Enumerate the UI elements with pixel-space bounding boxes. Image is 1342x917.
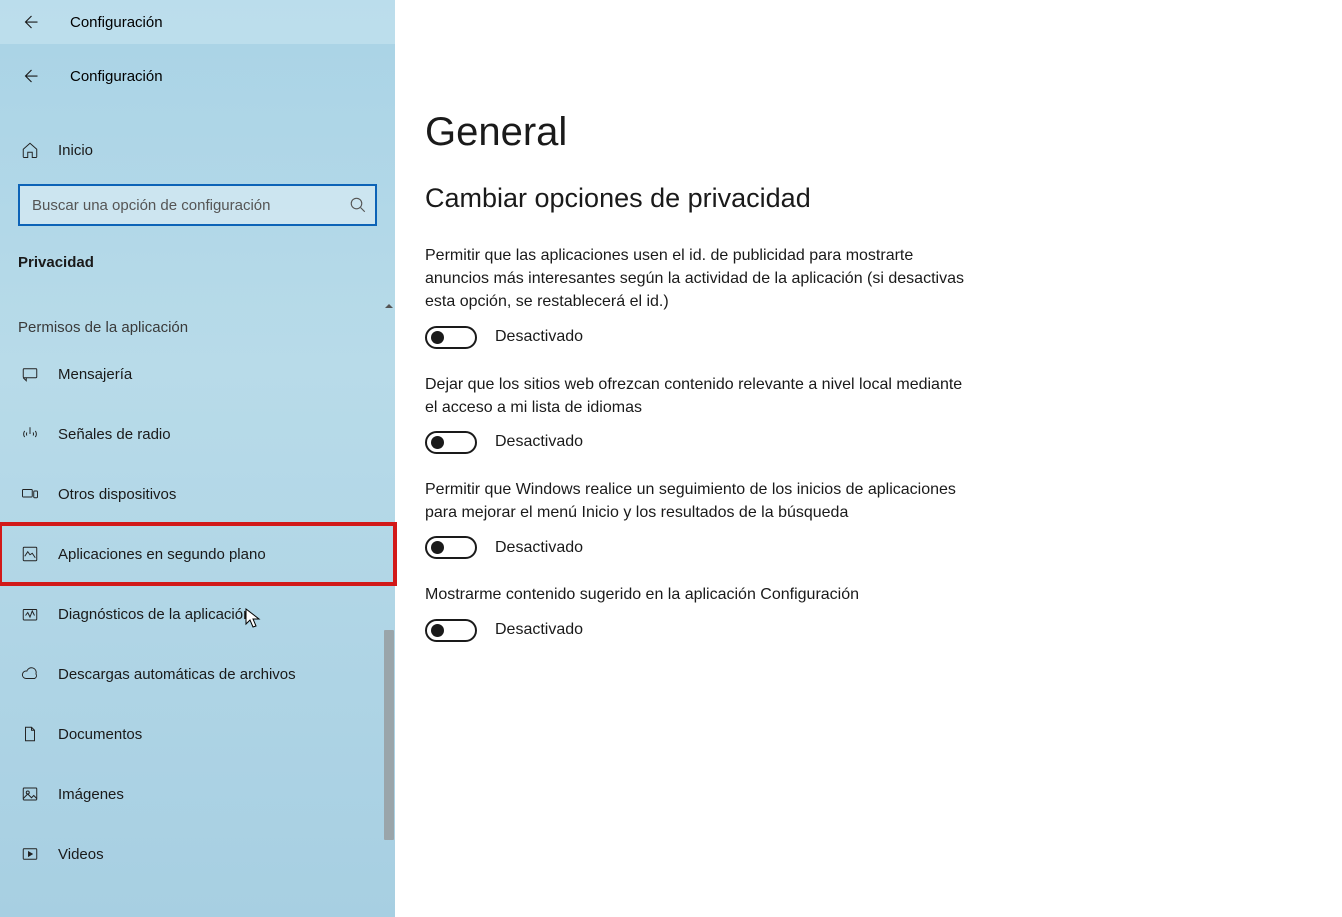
messaging-icon — [20, 364, 40, 384]
privacy-option: Mostrarme contenido sugerido en la aplic… — [425, 583, 965, 641]
toggle-advertising-id[interactable] — [425, 326, 477, 349]
option-desc: Mostrarme contenido sugerido en la aplic… — [425, 583, 965, 606]
sidebar-item-background-apps[interactable]: Aplicaciones en segundo plano — [0, 524, 395, 584]
radio-icon — [20, 424, 40, 444]
main-content: General Cambiar opciones de privacidad P… — [395, 0, 1342, 917]
window-title-second: Configuración — [70, 68, 163, 85]
nav-home[interactable]: Inicio — [0, 126, 395, 174]
privacy-option: Permitir que las aplicaciones usen el id… — [425, 244, 965, 349]
option-desc: Permitir que las aplicaciones usen el id… — [425, 244, 965, 314]
option-desc: Dejar que los sitios web ofrezcan conten… — [425, 373, 965, 419]
search-icon — [349, 196, 367, 214]
sidebar: Configuración Configuración Inicio Priva… — [0, 0, 395, 917]
page-title: General — [425, 110, 1262, 155]
diagnostics-icon — [20, 604, 40, 624]
page-subtitle: Cambiar opciones de privacidad — [425, 183, 1262, 214]
sidebar-item-label: Mensajería — [58, 366, 132, 383]
window-title-top: Configuración — [70, 14, 163, 31]
back-button-second[interactable] — [20, 66, 40, 86]
scroll-thumb[interactable] — [384, 630, 394, 840]
arrow-left-icon — [21, 67, 39, 85]
sidebar-items: Mensajería Señales de radio Otros dispos… — [0, 344, 395, 884]
toggle-state-label: Desactivado — [495, 539, 583, 557]
toggle-app-launch-tracking[interactable] — [425, 536, 477, 559]
sidebar-item-auto-downloads[interactable]: Descargas automáticas de archivos — [0, 644, 395, 704]
window-header-second: Configuración — [0, 54, 395, 98]
sidebar-item-label: Descargas automáticas de archivos — [58, 666, 296, 683]
toggle-state-label: Desactivado — [495, 328, 583, 346]
sidebar-item-label: Aplicaciones en segundo plano — [58, 546, 266, 563]
nav-home-label: Inicio — [58, 142, 93, 159]
section-privacy: Privacidad — [0, 226, 395, 279]
arrow-left-icon — [21, 13, 39, 31]
sidebar-item-label: Imágenes — [58, 786, 124, 803]
toggle-state-label: Desactivado — [495, 621, 583, 639]
sidebar-scrollbar[interactable] — [383, 300, 395, 900]
back-button-top[interactable] — [20, 12, 40, 32]
devices-icon — [20, 484, 40, 504]
sidebar-item-label: Otros dispositivos — [58, 486, 176, 503]
privacy-option: Dejar que los sitios web ofrezcan conten… — [425, 373, 965, 454]
home-icon — [20, 140, 40, 160]
cloud-icon — [20, 664, 40, 684]
subsection-permissions: Permisos de la aplicación — [0, 279, 395, 344]
toggle-language-list[interactable] — [425, 431, 477, 454]
scroll-up-icon — [383, 300, 395, 312]
window-header-top: Configuración — [0, 0, 395, 44]
sidebar-item-documents[interactable]: Documentos — [0, 704, 395, 764]
sidebar-item-other-devices[interactable]: Otros dispositivos — [0, 464, 395, 524]
image-icon — [20, 784, 40, 804]
search-input[interactable] — [18, 184, 377, 226]
sidebar-item-label: Videos — [58, 846, 104, 863]
sidebar-item-images[interactable]: Imágenes — [0, 764, 395, 824]
toggle-state-label: Desactivado — [495, 433, 583, 451]
search-wrap — [18, 184, 377, 226]
sidebar-item-label: Diagnósticos de la aplicación — [58, 606, 251, 623]
sidebar-item-messaging[interactable]: Mensajería — [0, 344, 395, 404]
sidebar-item-radio[interactable]: Señales de radio — [0, 404, 395, 464]
video-icon — [20, 844, 40, 864]
document-icon — [20, 724, 40, 744]
toggle-suggested-content[interactable] — [425, 619, 477, 642]
option-desc: Permitir que Windows realice un seguimie… — [425, 478, 965, 524]
sidebar-item-videos[interactable]: Videos — [0, 824, 395, 884]
sidebar-item-label: Señales de radio — [58, 426, 171, 443]
background-apps-icon — [20, 544, 40, 564]
privacy-option: Permitir que Windows realice un seguimie… — [425, 478, 965, 559]
sidebar-item-app-diagnostics[interactable]: Diagnósticos de la aplicación — [0, 584, 395, 644]
sidebar-item-label: Documentos — [58, 726, 142, 743]
